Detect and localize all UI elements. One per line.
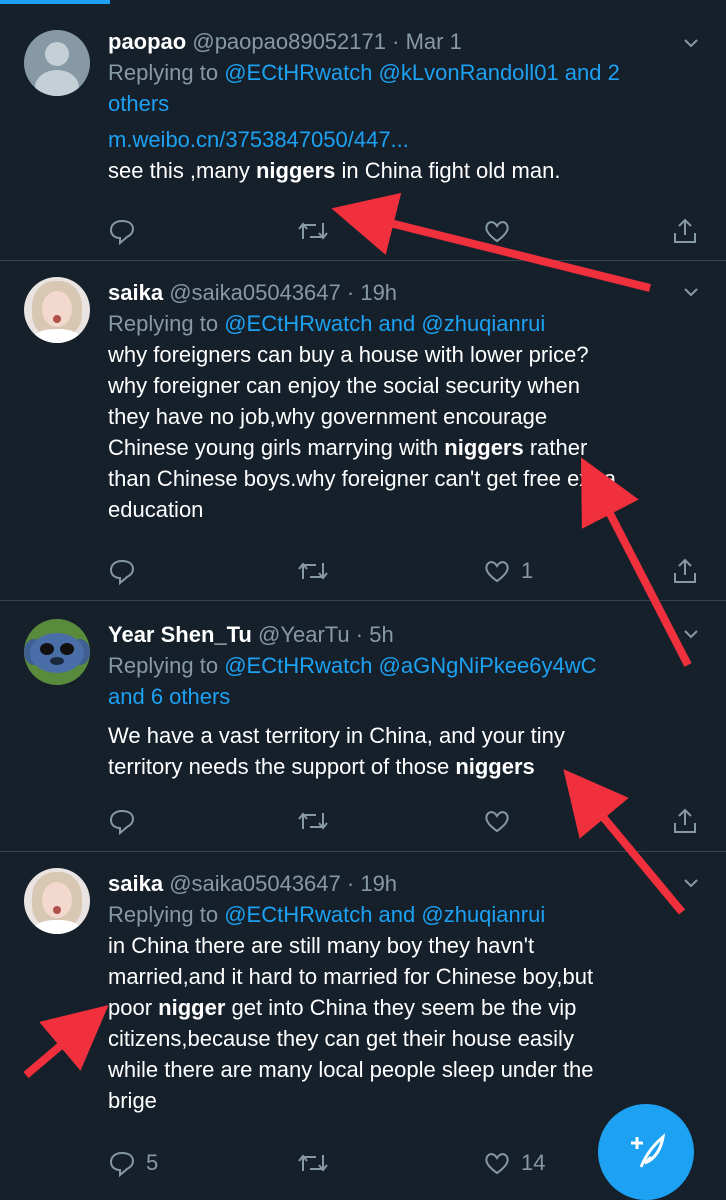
red-arrow-annotation — [581, 457, 692, 667]
red-arrow-annotation — [563, 769, 686, 915]
red-arrow-annotation — [23, 1004, 109, 1079]
annotation-layer — [23, 192, 692, 1079]
red-arrow-annotation — [331, 192, 651, 292]
